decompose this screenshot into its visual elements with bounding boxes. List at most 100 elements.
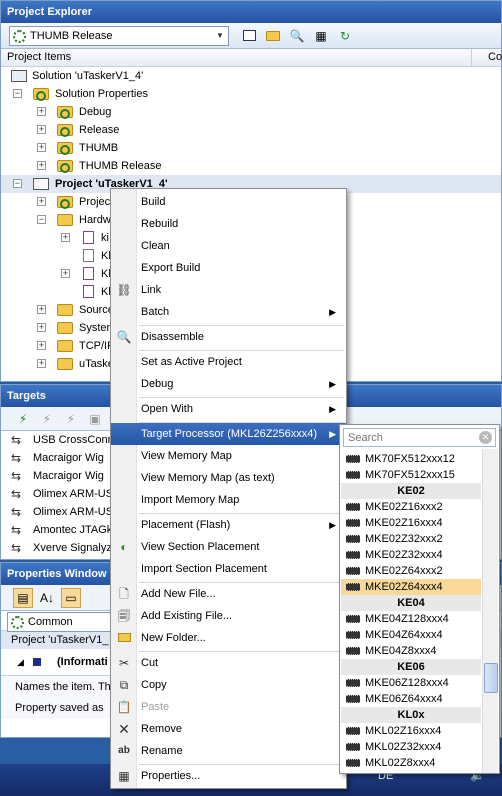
menu-copy[interactable]: ⧉ Copy (111, 674, 346, 696)
processor-item[interactable]: MKL02Z16xxx4 (341, 723, 481, 739)
expand-icon[interactable]: + (37, 161, 46, 170)
menu-rename[interactable]: ab Rename (111, 740, 346, 762)
processor-item[interactable]: MKE02Z64xxx2 (341, 563, 481, 579)
chevron-down-icon[interactable]: ▼ (212, 27, 228, 45)
menu-import-section-placement[interactable]: Import Section Placement (111, 558, 346, 580)
processor-item[interactable]: MKE02Z32xxx2 (341, 531, 481, 547)
scrollbar-thumb[interactable] (484, 663, 498, 693)
disconnect-icon[interactable]: ⚡ (37, 409, 57, 429)
menu-view-memory-map-text[interactable]: View Memory Map (as text) (111, 467, 346, 489)
processor-item[interactable]: MKE02Z16xxx2 (341, 499, 481, 515)
processor-item[interactable]: MKE04Z128xxx4 (341, 611, 481, 627)
menu-label: New Folder... (141, 632, 206, 644)
collapse-icon[interactable]: − (13, 89, 22, 98)
refresh-icon[interactable]: ↻ (335, 26, 355, 46)
menu-clean[interactable]: Clean (111, 235, 346, 257)
folder-icon (57, 322, 73, 334)
clear-search-icon[interactable]: ✕ (479, 431, 492, 444)
expand-icon[interactable]: + (37, 143, 46, 152)
chip-icon (346, 455, 360, 463)
menu-open-with[interactable]: Open With ▶ (111, 398, 346, 420)
new-project-icon[interactable] (239, 26, 259, 46)
menu-label: Import Section Placement (141, 563, 267, 575)
tree-row-release[interactable]: + Release (1, 121, 501, 139)
processor-item[interactable]: MKE02Z64xxx4 (341, 579, 481, 595)
configuration-icon (57, 160, 73, 173)
menu-target-processor[interactable]: Target Processor (MKL26Z256xxx4) ▶ (111, 423, 346, 445)
folder-icon (57, 340, 73, 352)
find-icon[interactable]: 🔍 (287, 26, 307, 46)
processor-item-label: MKE02Z64xxx4 (365, 581, 443, 593)
processor-search-input[interactable] (343, 428, 496, 447)
reset-icon[interactable]: ⚡ (61, 409, 81, 429)
menu-label: View Memory Map (141, 450, 232, 462)
chip-icon (346, 567, 360, 575)
tree-row-thumb[interactable]: + THUMB (1, 139, 501, 157)
configuration-combo[interactable]: THUMB Release ▼ (9, 25, 229, 46)
processor-item[interactable]: MK70FX512xxx12 (341, 451, 481, 467)
menu-remove[interactable]: ✕ Remove (111, 718, 346, 740)
properties-combo-value: Common (28, 616, 73, 628)
menu-disassemble[interactable]: 🔍 Disassemble (111, 326, 346, 348)
menu-set-active-project[interactable]: Set as Active Project (111, 351, 346, 373)
processor-item[interactable]: MKE02Z16xxx4 (341, 515, 481, 531)
processor-item-label: MK70FX512xxx15 (365, 469, 455, 481)
chip-icon (346, 679, 360, 687)
processor-item[interactable]: MK70FX512xxx15 (341, 467, 481, 483)
menu-new-folder[interactable]: New Folder... (111, 627, 346, 649)
menu-view-section-placement[interactable]: ◐ View Section Placement (111, 536, 346, 558)
tree-row-solution-properties[interactable]: − Solution Properties (1, 85, 501, 103)
menu-view-memory-map[interactable]: View Memory Map (111, 445, 346, 467)
menu-add-existing-file[interactable]: 🗐 Add Existing File... (111, 605, 346, 627)
open-folder-icon[interactable] (263, 26, 283, 46)
menu-rebuild[interactable]: Rebuild (111, 213, 346, 235)
project-items-header[interactable]: Project Items Co (1, 49, 502, 67)
processor-item[interactable]: MKE02Z32xxx4 (341, 547, 481, 563)
menu-add-new-file[interactable]: 🗋 Add New File... (111, 583, 346, 605)
processor-item-label: MKE02Z32xxx2 (365, 533, 443, 545)
tree-row-solution[interactable]: Solution 'uTaskerV1_4' (1, 67, 501, 85)
expand-icon[interactable]: + (37, 197, 46, 206)
properties-icon[interactable]: ▦ (311, 26, 331, 46)
collapse-triangle-icon[interactable]: ◢ (17, 649, 24, 675)
menu-export-build[interactable]: Export Build (111, 257, 346, 279)
sort-alphabetical-icon[interactable]: A↓ (37, 588, 57, 608)
property-pages-icon[interactable]: ▭ (61, 587, 81, 608)
processor-item-label: MKL02Z16xxx4 (365, 725, 442, 737)
menu-batch[interactable]: Batch ▶ (111, 301, 346, 323)
expand-icon[interactable]: + (61, 269, 70, 278)
expand-icon[interactable]: + (61, 233, 70, 242)
menu-link[interactable]: ⛓ Link (111, 279, 346, 301)
menu-properties[interactable]: ▦ Properties... (111, 765, 346, 787)
properties-combo[interactable]: Common (7, 612, 111, 632)
processor-item[interactable]: MKE04Z64xxx4 (341, 627, 481, 643)
chip-icon (346, 647, 360, 655)
connect-icon[interactable]: ⚡ (13, 409, 33, 429)
expand-icon[interactable]: + (37, 305, 46, 314)
menu-debug[interactable]: Debug ▶ (111, 373, 346, 395)
processor-item[interactable]: MKE06Z64xxx4 (341, 691, 481, 707)
processor-item[interactable]: MKE04Z8xxx4 (341, 643, 481, 659)
project-explorer-title: Project Explorer (1, 1, 501, 23)
collapse-icon[interactable]: − (37, 215, 46, 224)
download-icon[interactable]: ▣ (85, 409, 105, 429)
expand-icon[interactable]: + (37, 107, 46, 116)
menu-placement-flash[interactable]: Placement (Flash) ▶ (111, 514, 346, 536)
expand-icon[interactable]: + (37, 323, 46, 332)
processor-scrollbar[interactable] (482, 449, 498, 773)
menu-cut[interactable]: ✂ Cut (111, 652, 346, 674)
menu-import-memory-map[interactable]: Import Memory Map (111, 489, 346, 511)
tree-row-debug[interactable]: + Debug (1, 103, 501, 121)
menu-build[interactable]: Build (111, 191, 346, 213)
expand-icon[interactable]: + (37, 125, 46, 134)
processor-item-label: MKE02Z16xxx4 (365, 517, 443, 529)
processor-item[interactable]: MKL02Z32xxx4 (341, 739, 481, 755)
processor-item[interactable]: MKL02Z8xxx4 (341, 755, 481, 771)
processor-item[interactable]: MKE06Z128xxx4 (341, 675, 481, 691)
categorized-icon[interactable]: ▤ (13, 587, 33, 608)
chip-icon (346, 551, 360, 559)
expand-icon[interactable]: + (37, 359, 46, 368)
tree-row-thumb-release[interactable]: + THUMB Release (1, 157, 501, 175)
collapse-icon[interactable]: − (13, 179, 22, 188)
expand-icon[interactable]: + (37, 341, 46, 350)
